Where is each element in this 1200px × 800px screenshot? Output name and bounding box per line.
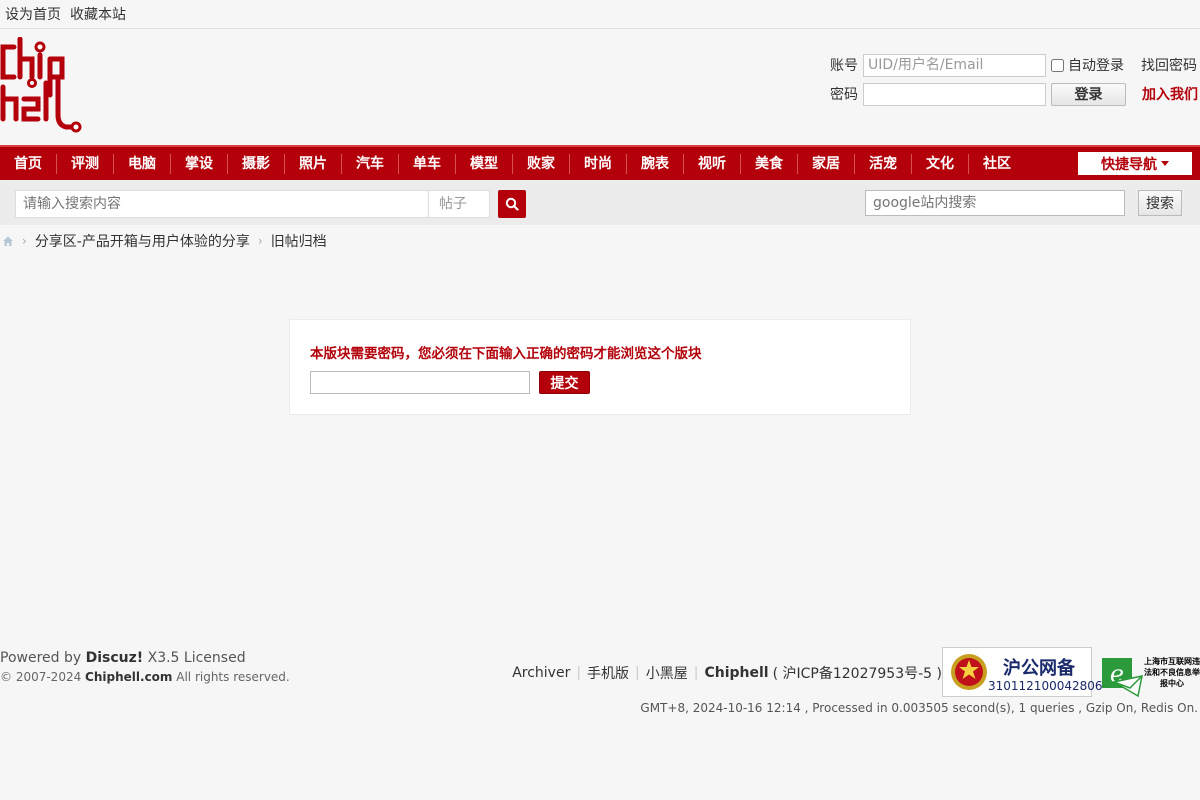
bookmark-link[interactable]: 收藏本站: [70, 4, 126, 24]
caret-down-icon: [1161, 161, 1169, 166]
account-input[interactable]: [863, 53, 1046, 77]
report-center-text: 上海市互联网违法和不良信息举报中心: [1144, 657, 1200, 688]
page-stats: GMT+8, 2024-10-16 12:14 , Processed in 0…: [640, 701, 1198, 715]
mobile-link[interactable]: 手机版: [587, 663, 629, 683]
nav-item-watches[interactable]: 腕表: [627, 153, 684, 174]
search-button[interactable]: [498, 190, 526, 218]
archiver-link[interactable]: Archiver: [512, 665, 570, 681]
breadcrumb-archive[interactable]: 旧帖归档: [271, 231, 327, 251]
report-center-badge[interactable]: e 上海市互联网违法和不良信息举报中心: [1100, 652, 1200, 698]
login-form: 账号 自动登录 找回密码 密码 登录 加入我们: [830, 51, 1200, 109]
forum-password-input[interactable]: [310, 371, 530, 394]
badge-number: 310112100042806: [988, 679, 1103, 693]
auto-login-label: 自动登录: [1068, 58, 1124, 74]
password-input[interactable]: [863, 82, 1046, 106]
divider: |: [635, 665, 640, 681]
quick-nav-label: 快捷导航: [1101, 156, 1157, 173]
nav-item-shopping[interactable]: 败家: [513, 153, 570, 174]
powered-by: Powered by Discuz! X3.5 Licensed: [0, 650, 246, 666]
chiphell-com-link[interactable]: Chiphell.com: [85, 670, 172, 684]
chiphell-logo[interactable]: [0, 37, 84, 137]
nav-item-review[interactable]: 评测: [57, 153, 114, 174]
nav-item-community[interactable]: 社区: [969, 154, 1025, 174]
nav-item-pets[interactable]: 活宠: [855, 153, 912, 174]
badge-title: 沪公网备: [1003, 658, 1075, 679]
login-button[interactable]: 登录: [1051, 82, 1126, 106]
account-label: 账号: [830, 58, 858, 74]
header: 账号 自动登录 找回密码 密码 登录 加入我们: [0, 29, 1200, 145]
nav-item-photography[interactable]: 摄影: [228, 153, 285, 174]
public-security-badge[interactable]: 沪公网备 310112100042806: [942, 647, 1103, 697]
nav-item-computer[interactable]: 电脑: [114, 153, 171, 174]
police-emblem-icon: [951, 654, 987, 690]
breadcrumb: › 分享区-产品开箱与用户体验的分享 › 旧帖归档: [0, 225, 1200, 257]
search-bar: 帖子 搜索: [0, 180, 1200, 225]
password-required-message: 本版块需要密码，您必须在下面输入正确的密码才能浏览这个版块: [310, 346, 702, 362]
home-icon[interactable]: [2, 235, 14, 247]
set-home-link[interactable]: 设为首页: [5, 4, 61, 24]
footer-left: Powered by Discuz! X3.5 Licensed © 2007-…: [0, 650, 290, 684]
quick-nav-button[interactable]: 快捷导航: [1078, 152, 1192, 175]
nav-item-fashion[interactable]: 时尚: [570, 153, 627, 174]
report-envelope-icon: e: [1102, 658, 1143, 698]
password-panel: 本版块需要密码，您必须在下面输入正确的密码才能浏览这个版块 提交: [289, 319, 911, 415]
chiphell-link[interactable]: Chiphell: [704, 665, 768, 681]
search-box: 帖子: [15, 190, 490, 218]
nav-item-food[interactable]: 美食: [741, 153, 798, 174]
google-search-button[interactable]: 搜索: [1138, 190, 1182, 216]
nav-item-av[interactable]: 视听: [684, 153, 741, 174]
nav-item-home[interactable]: 首页: [0, 153, 57, 174]
nav-item-home-living[interactable]: 家居: [798, 153, 855, 174]
join-link[interactable]: 加入我们: [1142, 84, 1198, 104]
breadcrumb-separator: ›: [257, 234, 263, 248]
submit-button[interactable]: 提交: [539, 371, 590, 394]
breadcrumb-forum[interactable]: 分享区-产品开箱与用户体验的分享: [35, 231, 250, 251]
blackroom-link[interactable]: 小黑屋: [646, 663, 688, 683]
search-icon: [505, 197, 519, 211]
nav-item-handheld[interactable]: 掌设: [171, 153, 228, 174]
auto-login-checkbox[interactable]: [1051, 58, 1064, 72]
google-search-input[interactable]: [865, 190, 1125, 216]
copyright: © 2007-2024 Chiphell.com All rights rese…: [0, 670, 290, 684]
password-label: 密码: [830, 87, 858, 103]
main-nav: 首页 评测 电脑 掌设 摄影 照片 汽车 单车 模型 败家 时尚 腕表 视听 美…: [0, 145, 1200, 180]
topbar: 设为首页 收藏本站: [0, 0, 1200, 29]
divider: |: [693, 665, 699, 681]
search-input[interactable]: [16, 191, 429, 217]
breadcrumb-separator: ›: [22, 234, 27, 248]
nav-item-photos[interactable]: 照片: [285, 153, 342, 174]
nav-item-bicycle[interactable]: 单车: [399, 153, 456, 174]
divider: |: [576, 665, 582, 681]
icp-link[interactable]: ( 沪ICP备12027953号-5 ): [773, 663, 942, 683]
search-type-select[interactable]: 帖子: [429, 191, 489, 217]
discuz-link[interactable]: Discuz!: [86, 650, 144, 666]
footer-links: Archiver | 手机版 | 小黑屋 | Chiphell ( 沪ICP备1…: [512, 663, 942, 683]
forgot-password-link[interactable]: 找回密码: [1141, 55, 1197, 75]
nav-item-models[interactable]: 模型: [456, 153, 513, 174]
nav-item-cars[interactable]: 汽车: [342, 153, 399, 174]
nav-item-culture[interactable]: 文化: [912, 153, 969, 174]
auto-login[interactable]: 自动登录: [1051, 55, 1124, 75]
